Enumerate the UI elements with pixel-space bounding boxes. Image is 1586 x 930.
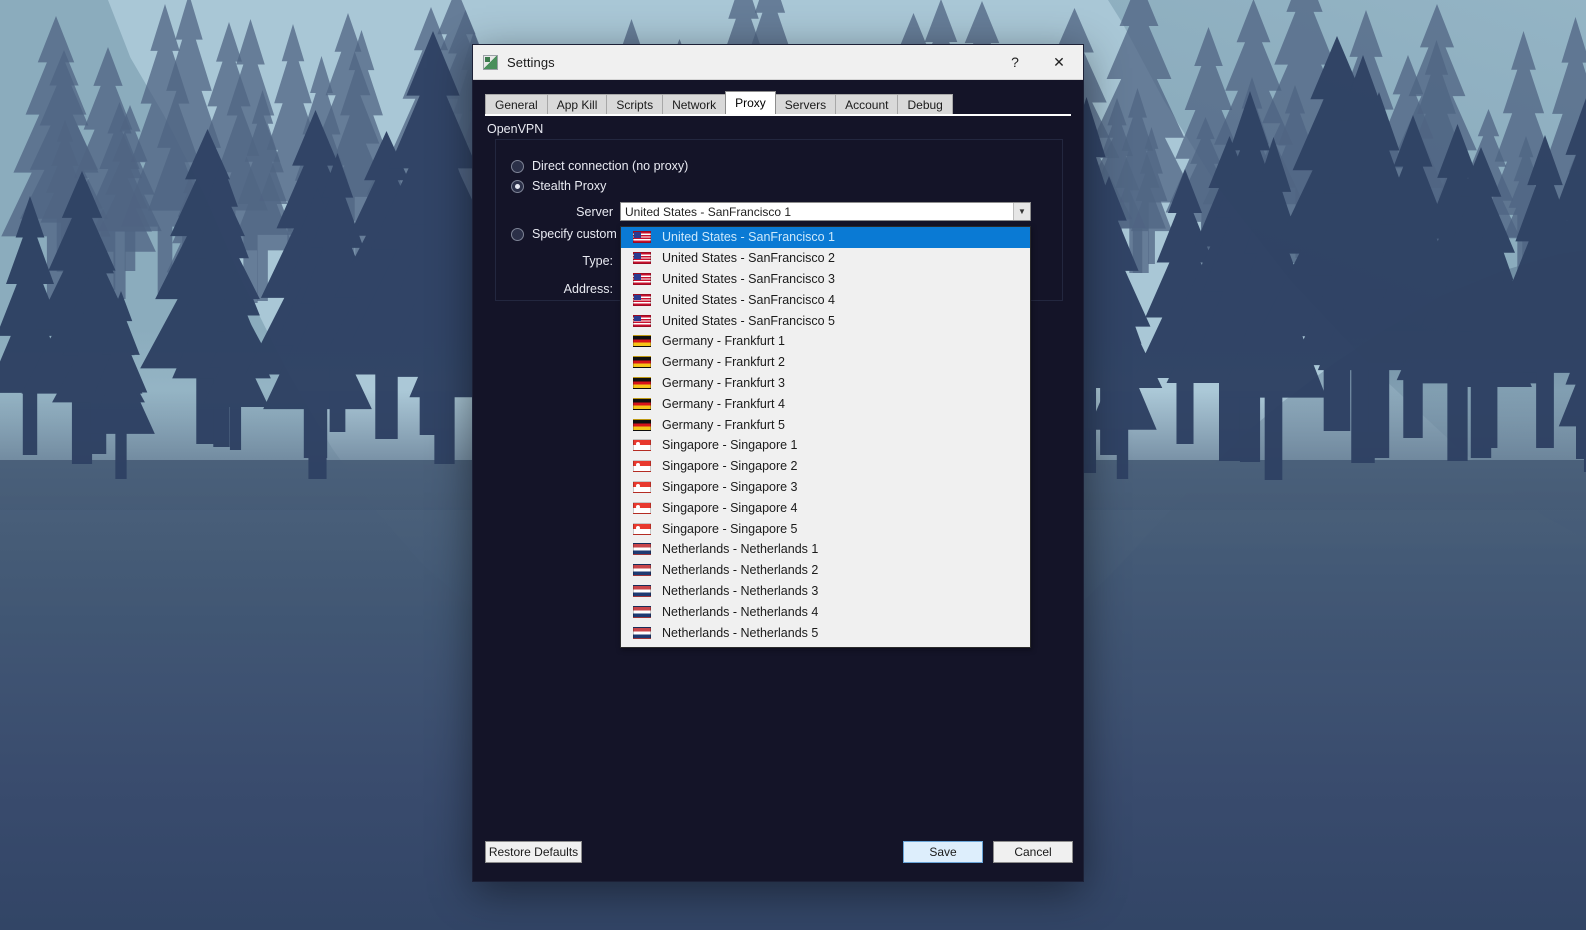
sg-flag-icon [633,502,651,514]
tab-general[interactable]: General [485,94,548,114]
de-flag-icon [633,398,651,410]
sg-flag-icon [633,523,651,535]
dropdown-item[interactable]: Singapore - Singapore 4 [621,497,1030,518]
dropdown-item[interactable]: United States - SanFrancisco 1 [621,227,1030,248]
dropdown-item-label: United States - SanFrancisco 4 [662,293,835,307]
dropdown-item-label: Germany - Frankfurt 3 [662,376,785,390]
close-icon[interactable]: ✕ [1037,46,1081,78]
tab-debug[interactable]: Debug [897,94,952,114]
de-flag-icon [633,419,651,431]
dropdown-item[interactable]: Germany - Frankfurt 1 [621,331,1030,352]
radio-stealth-proxy[interactable]: Stealth Proxy [511,179,606,193]
tab-scripts[interactable]: Scripts [606,94,663,114]
dropdown-item[interactable]: United States - SanFrancisco 3 [621,269,1030,290]
de-flag-icon [633,377,651,389]
help-icon[interactable]: ? [993,46,1037,78]
dropdown-item-label: Germany - Frankfurt 4 [662,397,785,411]
dropdown-item-label: Singapore - Singapore 4 [662,501,798,515]
dropdown-item[interactable]: Netherlands - Netherlands 4 [621,601,1030,622]
dropdown-item[interactable]: Netherlands - Netherlands 2 [621,560,1030,581]
tab-app-kill[interactable]: App Kill [547,94,608,114]
dropdown-item[interactable]: Germany - Frankfurt 2 [621,352,1030,373]
chevron-down-icon[interactable]: ▼ [1013,203,1030,220]
openvpn-group-label: OpenVPN [487,122,543,136]
dropdown-item[interactable]: Singapore - Singapore 3 [621,477,1030,498]
dropdown-item-label: Singapore - Singapore 3 [662,480,798,494]
sg-flag-icon [633,481,651,493]
nl-flag-icon [633,606,651,618]
server-combobox[interactable]: United States - SanFrancisco 1 ▼ [620,202,1031,221]
dropdown-item-label: Netherlands - Netherlands 2 [662,563,818,577]
dropdown-item[interactable]: Singapore - Singapore 1 [621,435,1030,456]
address-field-label: Address: [511,282,613,296]
tab-servers[interactable]: Servers [775,94,836,114]
radio-custom-proxy-indicator [511,228,524,241]
radio-direct-connection-indicator [511,160,524,173]
radio-stealth-proxy-label: Stealth Proxy [532,179,606,193]
server-field-row: Server United States - SanFrancisco 1 ▼ [511,202,1031,221]
us-flag-icon [633,231,651,243]
dropdown-item[interactable]: United States - SanFrancisco 4 [621,289,1030,310]
dropdown-item[interactable]: Germany - Frankfurt 4 [621,393,1030,414]
radio-direct-connection[interactable]: Direct connection (no proxy) [511,159,688,173]
type-field-label: Type: [511,254,613,268]
dropdown-item-label: Netherlands - Netherlands 1 [662,542,818,556]
dropdown-item[interactable]: United States - SanFrancisco 5 [621,310,1030,331]
dropdown-item[interactable]: Germany - Frankfurt 3 [621,373,1030,394]
radio-stealth-proxy-indicator [511,180,524,193]
nl-flag-icon [633,585,651,597]
de-flag-icon [633,356,651,368]
cancel-button[interactable]: Cancel [993,841,1073,863]
sg-flag-icon [633,460,651,472]
dropdown-item-label: United States - SanFrancisco 5 [662,314,835,328]
us-flag-icon [633,315,651,327]
us-flag-icon [633,252,651,264]
dropdown-item-label: Singapore - Singapore 2 [662,459,798,473]
sg-flag-icon [633,439,651,451]
us-flag-icon [633,273,651,285]
dropdown-item-label: Germany - Frankfurt 2 [662,355,785,369]
save-button[interactable]: Save [903,841,983,863]
tab-network[interactable]: Network [662,94,726,114]
window-titlebar: Settings ? ✕ [473,45,1083,80]
us-flag-icon [633,294,651,306]
de-flag-icon [633,335,651,347]
dropdown-item[interactable]: Singapore - Singapore 2 [621,456,1030,477]
settings-app-icon [483,55,498,70]
tab-account[interactable]: Account [835,94,898,114]
dropdown-item-label: Singapore - Singapore 1 [662,438,798,452]
dropdown-item[interactable]: Netherlands - Netherlands 3 [621,581,1030,602]
tab-proxy[interactable]: Proxy [725,91,776,114]
nl-flag-icon [633,627,651,639]
settings-dialog-body: General App Kill Scripts Network Proxy S… [473,80,1083,881]
window-title: Settings [507,55,993,70]
dropdown-item[interactable]: Germany - Frankfurt 5 [621,414,1030,435]
dialog-footer: Restore Defaults Save Cancel [473,821,1083,881]
dropdown-item-label: United States - SanFrancisco 3 [662,272,835,286]
settings-window: Settings ? ✕ General App Kill Scripts Ne… [472,44,1084,882]
dropdown-item[interactable]: Netherlands - Netherlands 5 [621,622,1030,643]
dropdown-item-label: Germany - Frankfurt 1 [662,334,785,348]
restore-defaults-button[interactable]: Restore Defaults [485,841,582,863]
dropdown-item-label: United States - SanFrancisco 1 [662,230,835,244]
dropdown-item[interactable]: United States - SanFrancisco 2 [621,248,1030,269]
dropdown-item[interactable]: Netherlands - Netherlands 1 [621,539,1030,560]
dropdown-item-label: Netherlands - Netherlands 5 [662,626,818,640]
dropdown-item[interactable]: Singapore - Singapore 5 [621,518,1030,539]
dropdown-item-label: Netherlands - Netherlands 3 [662,584,818,598]
dropdown-item-label: Singapore - Singapore 5 [662,522,798,536]
dropdown-item-label: United States - SanFrancisco 2 [662,251,835,265]
dropdown-item-label: Netherlands - Netherlands 4 [662,605,818,619]
server-combobox-value: United States - SanFrancisco 1 [625,205,791,219]
server-field-label: Server [511,205,613,219]
server-dropdown-list[interactable]: United States - SanFrancisco 1 United St… [620,226,1031,648]
radio-direct-connection-label: Direct connection (no proxy) [532,159,688,173]
settings-tabbar: General App Kill Scripts Network Proxy S… [485,92,1071,116]
nl-flag-icon [633,564,651,576]
nl-flag-icon [633,543,651,555]
dropdown-item-label: Germany - Frankfurt 5 [662,418,785,432]
